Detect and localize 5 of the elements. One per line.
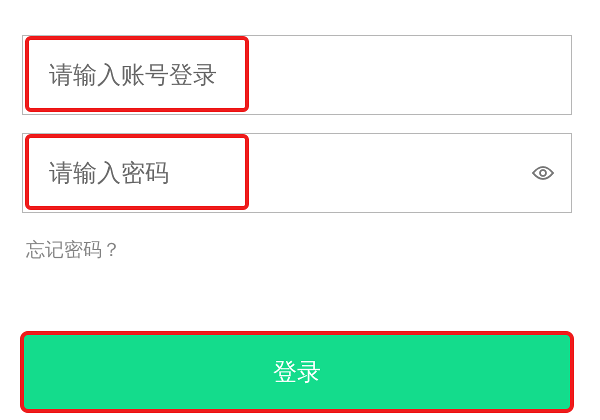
- forgot-password-link[interactable]: 忘记密码？: [26, 237, 121, 263]
- account-field[interactable]: 请输入账号登录: [22, 35, 572, 115]
- login-button[interactable]: 登录: [22, 333, 572, 411]
- eye-icon[interactable]: [532, 165, 554, 181]
- password-field[interactable]: 请输入密码: [22, 133, 572, 213]
